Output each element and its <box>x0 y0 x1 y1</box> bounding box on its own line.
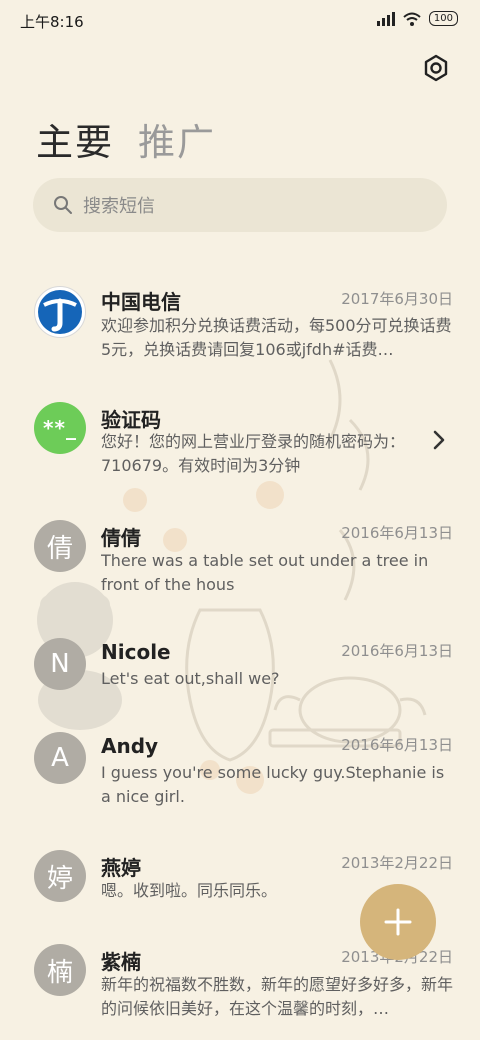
conversation-date: 2017年6月30日 <box>341 290 453 308</box>
search-icon <box>54 196 72 214</box>
conversation-date: 2016年6月13日 <box>341 736 453 754</box>
conversation-name: 验证码 <box>101 408 161 432</box>
tab-bar: 主要 推广 <box>36 112 216 166</box>
tab-promotions[interactable]: 推广 <box>138 112 216 166</box>
status-icons: 100 <box>376 11 458 26</box>
conversation-snippet: 您好！您的网上营业厅登录的随机密码为：710679。有效时间为3分钟 <box>101 432 406 475</box>
signal-icon <box>376 11 395 26</box>
conversation-item[interactable]: **_ 验证码 您好！您的网上营业厅登录的随机密码为：710679。有效时间为3… <box>0 398 480 482</box>
conversation-avatar: 婷 <box>34 850 86 902</box>
conversation-avatar: A <box>34 732 86 784</box>
conversation-item[interactable]: N Nicole 2016年6月13日 Let's eat out,shall … <box>0 636 480 696</box>
conversation-name: 中国电信 <box>101 290 181 314</box>
conversation-date: 2013年2月22日 <box>341 854 453 872</box>
battery-indicator: 100 <box>428 11 458 26</box>
conversation-name: Andy <box>101 734 159 758</box>
conversation-item[interactable]: A Andy 2016年6月13日 I guess you're some lu… <box>0 728 480 812</box>
conversation-date: 2016年6月13日 <box>341 642 453 660</box>
conversation-snippet: I guess you're some lucky guy.Stephanie … <box>101 763 445 806</box>
conversation-snippet: 新年的祝福数不胜数，新年的愿望好多好多，新年的问候依旧美好，在这个温馨的时刻，… <box>101 975 453 1018</box>
conversation-snippet: Let's eat out,shall we? <box>101 669 280 688</box>
conversation-name: Nicole <box>101 640 171 664</box>
conversation-avatar: **_ <box>34 402 86 454</box>
plus-icon <box>384 908 412 936</box>
conversation-snippet: 欢迎参加积分兑换话费活动，每500分可兑换话费5元，兑换话费请回复106或jfd… <box>101 316 452 359</box>
conversation-name: 燕婷 <box>101 856 141 880</box>
conversation-item[interactable]: 中国电信 2017年6月30日 欢迎参加积分兑换话费活动，每500分可兑换话费5… <box>0 282 480 366</box>
status-bar: 上午8:16 100 <box>0 0 480 40</box>
search-bar[interactable]: 搜索短信 <box>33 178 447 232</box>
telecom-logo-avatar <box>34 286 86 338</box>
conversation-name: 紫楠 <box>101 950 141 974</box>
conversation-avatar: N <box>34 638 86 690</box>
conversation-item[interactable]: 倩 倩倩 2016年6月13日 There was a table set ou… <box>0 516 480 600</box>
conversation-avatar: 倩 <box>34 520 86 572</box>
status-time: 上午8:16 <box>20 13 84 31</box>
search-placeholder: 搜索短信 <box>83 196 155 217</box>
conversation-name: 倩倩 <box>101 526 141 550</box>
chevron-right-icon[interactable] <box>432 430 446 450</box>
conversation-avatar: 楠 <box>34 944 86 996</box>
settings-gear-icon[interactable] <box>422 54 450 82</box>
telecom-logo-icon <box>38 290 82 334</box>
new-message-button[interactable] <box>360 884 436 960</box>
wifi-icon <box>403 12 421 26</box>
tab-primary[interactable]: 主要 <box>36 112 114 166</box>
conversation-snippet: There was a table set out under a tree i… <box>101 551 429 594</box>
conversation-date: 2016年6月13日 <box>341 524 453 542</box>
